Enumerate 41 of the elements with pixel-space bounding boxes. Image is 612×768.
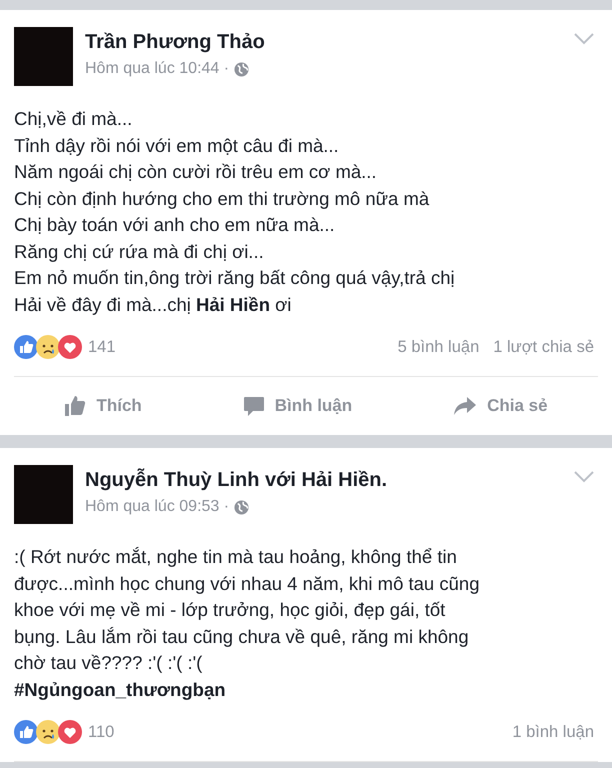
sad-reaction-icon — [36, 720, 60, 744]
globe-icon — [234, 62, 250, 76]
love-reaction-icon — [58, 335, 82, 359]
like-reaction-icon — [14, 335, 38, 359]
comment-button[interactable]: Bình luận — [234, 391, 360, 421]
thumbs-up-icon — [64, 395, 86, 417]
post-text-line: Em nỏ muốn tin,ông trời răng bất công quá vậy,trả chị — [14, 266, 456, 290]
post-text-line: Hải về đây đi mà...chị Hải Hiền ơi — [14, 292, 292, 317]
post-time[interactable]: Hôm qua lúc 10:44 · — [85, 60, 230, 78]
author-name[interactable]: Nguyễn Thuỳ Linh với Hải Hiền. — [85, 469, 388, 492]
sad-reaction-icon — [36, 335, 60, 359]
post-text-line: được...mình học chung với nhau 4 năm, khi mô tau cũng — [14, 572, 480, 596]
post-time[interactable]: Hôm qua lúc 09:53 · — [85, 498, 230, 516]
post-text-line: Chị còn định hướng cho em thi trường mô nữa mà — [14, 186, 430, 211]
like-reaction-icon — [14, 720, 38, 744]
post-stat[interactable]: 1 lượt chia sẻ — [493, 338, 594, 356]
like-button[interactable]: Thích — [56, 391, 150, 421]
post-text-line: bụng. Lâu lắm rồi tau cũng chưa về quê, răng mi không — [14, 624, 470, 649]
chevron-down-icon[interactable] — [574, 471, 594, 483]
post-stat[interactable]: 5 bình luận — [398, 338, 480, 356]
globe-icon — [234, 500, 250, 514]
share-button[interactable]: Chia sẻ — [445, 392, 556, 420]
post-text-line: chờ tau về???? :'( :'( :'( — [14, 651, 204, 675]
post-text-line: Năm ngoái chị còn cười rồi trêu em cơ mà... — [14, 160, 378, 184]
post-text-line: Chị bày toán với anh cho em nữa mà... — [14, 213, 336, 237]
avatar[interactable] — [14, 465, 73, 524]
post-text-line: #Ngủngoan_thươngbạn — [14, 678, 227, 702]
post-text-line: Răng chị cứ rứa mà đi chị ơi... — [14, 240, 265, 264]
chevron-down-icon[interactable] — [574, 33, 594, 45]
reaction-count[interactable]: 141 — [88, 338, 116, 356]
post-stat[interactable]: 1 bình luận — [512, 722, 594, 742]
post-text-line: khoe với mẹ về mi - lớp trưởng, học giỏi, đẹp gái, tốt — [14, 598, 446, 622]
share-arrow-icon — [453, 396, 478, 416]
reaction-count[interactable]: 110 — [88, 722, 114, 742]
author-name[interactable]: Trần Phương Thảo — [85, 31, 265, 54]
avatar[interactable] — [14, 27, 73, 86]
love-reaction-icon — [58, 720, 82, 744]
speech-bubble-icon — [242, 395, 265, 417]
post-text-line: Tỉnh dậy rồi nói với em một câu đi mà... — [14, 134, 340, 158]
post-text-line: :( Rớt nước mắt, nghe tin mà tau hoảng, không thể tin — [14, 545, 458, 569]
post-text-line: Chị,về đi mà... — [14, 107, 134, 131]
